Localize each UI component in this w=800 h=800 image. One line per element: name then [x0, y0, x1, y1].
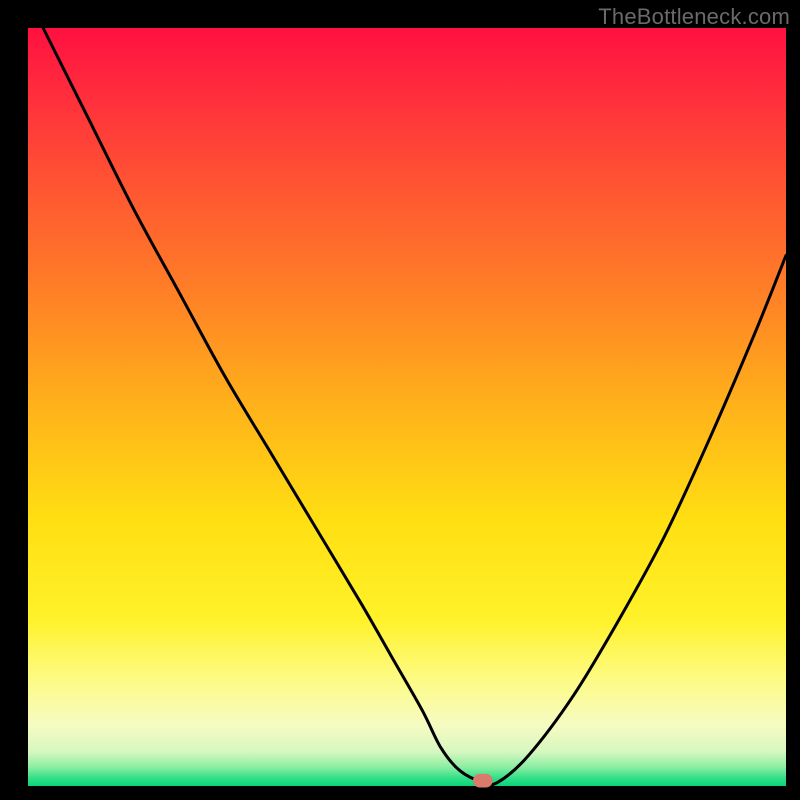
plot-background — [28, 28, 786, 786]
chart-frame: { "watermark": "TheBottleneck.com", "cha… — [0, 0, 800, 800]
bottleneck-chart — [0, 0, 800, 800]
watermark-text: TheBottleneck.com — [598, 4, 790, 30]
optimum-marker — [473, 774, 493, 788]
